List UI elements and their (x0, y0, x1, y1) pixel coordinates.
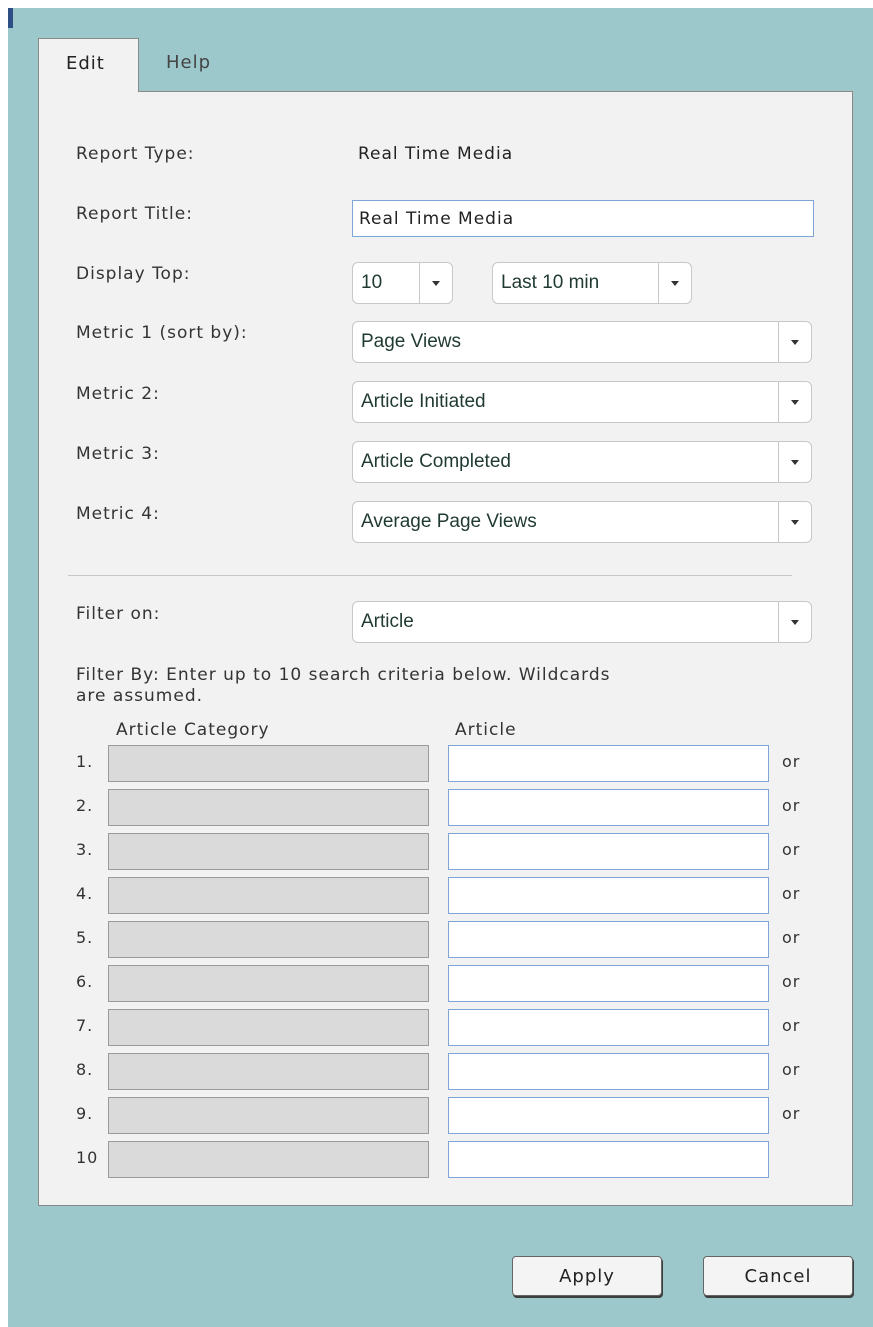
article-category-input[interactable] (108, 1097, 429, 1134)
article-input[interactable] (448, 833, 769, 870)
chevron-down-icon[interactable] (658, 263, 691, 303)
chevron-down-icon[interactable] (778, 322, 811, 362)
cancel-button[interactable]: Cancel (703, 1256, 853, 1296)
metric-3-label: Metric 3: (76, 444, 160, 464)
metric-1-select[interactable]: Page Views (352, 321, 812, 363)
metric-1-label: Metric 1 (sort by): (76, 323, 248, 343)
or-label: or (782, 840, 801, 859)
row-number: 5. (76, 928, 94, 947)
or-label: or (782, 752, 801, 771)
or-label: or (782, 1060, 801, 1079)
chevron-down-icon[interactable] (778, 382, 811, 422)
or-label: or (782, 1016, 801, 1035)
metric-2-label: Metric 2: (76, 384, 160, 404)
tab-edit-label: Edit (66, 53, 105, 74)
row-number: 1. (76, 752, 94, 771)
article-category-input[interactable] (108, 877, 429, 914)
metric-4-select[interactable]: Average Page Views (352, 501, 812, 543)
row-number: 10 (76, 1148, 99, 1167)
article-input[interactable] (448, 877, 769, 914)
article-category-input[interactable] (108, 833, 429, 870)
metric-3-select[interactable]: Article Completed (352, 441, 812, 483)
metric-4-label: Metric 4: (76, 504, 160, 524)
article-input[interactable] (448, 745, 769, 782)
row-number: 6. (76, 972, 94, 991)
row-number: 3. (76, 840, 94, 859)
report-title-input[interactable] (352, 200, 814, 237)
chevron-down-icon[interactable] (778, 602, 811, 642)
filter-on-label: Filter on: (76, 604, 161, 624)
column-header-article-category: Article Category (116, 720, 270, 740)
metric-1-value: Page Views (361, 331, 461, 352)
chevron-down-icon[interactable] (419, 263, 452, 303)
article-category-input[interactable] (108, 1009, 429, 1046)
or-label: or (782, 884, 801, 903)
filter-instructions-line-1: Filter By: Enter up to 10 search criteri… (76, 665, 611, 685)
tab-help[interactable]: Help (140, 38, 240, 92)
article-input[interactable] (448, 1141, 769, 1178)
or-label: or (782, 1104, 801, 1123)
corner-accent (8, 8, 13, 28)
filter-on-select[interactable]: Article (352, 601, 812, 643)
article-input[interactable] (448, 965, 769, 1002)
article-category-input[interactable] (108, 745, 429, 782)
article-input[interactable] (448, 1053, 769, 1090)
metric-2-select[interactable]: Article Initiated (352, 381, 812, 423)
column-header-article: Article (455, 720, 517, 740)
or-label: or (782, 972, 801, 991)
section-divider (68, 575, 792, 576)
or-label: or (782, 796, 801, 815)
or-label: or (782, 928, 801, 947)
display-top-count-value: 10 (361, 272, 383, 293)
filter-on-value: Article (361, 611, 414, 632)
display-top-period-select[interactable]: Last 10 min (492, 262, 692, 304)
article-category-input[interactable] (108, 789, 429, 826)
row-number: 9. (76, 1104, 94, 1123)
apply-button[interactable]: Apply (512, 1256, 662, 1296)
article-input[interactable] (448, 789, 769, 826)
article-category-input[interactable] (108, 965, 429, 1002)
display-top-count-select[interactable]: 10 (352, 262, 453, 304)
row-number: 8. (76, 1060, 94, 1079)
row-number: 7. (76, 1016, 94, 1035)
display-top-label: Display Top: (76, 264, 191, 284)
article-input[interactable] (448, 1097, 769, 1134)
article-input[interactable] (448, 921, 769, 958)
tab-help-label: Help (166, 52, 212, 73)
metric-3-value: Article Completed (361, 451, 511, 472)
display-top-period-value: Last 10 min (501, 272, 600, 293)
report-title-label: Report Title: (76, 204, 193, 224)
metric-4-value: Average Page Views (361, 511, 537, 532)
metric-2-value: Article Initiated (361, 391, 486, 412)
tab-edit[interactable]: Edit (38, 38, 139, 92)
row-number: 4. (76, 884, 94, 903)
article-category-input[interactable] (108, 1141, 429, 1178)
chevron-down-icon[interactable] (778, 442, 811, 482)
article-input[interactable] (448, 1009, 769, 1046)
report-type-value: Real Time Media (358, 144, 514, 164)
row-number: 2. (76, 796, 94, 815)
article-category-input[interactable] (108, 1053, 429, 1090)
filter-instructions-line-2: are assumed. (76, 686, 204, 706)
chevron-down-icon[interactable] (778, 502, 811, 542)
report-type-label: Report Type: (76, 144, 195, 164)
article-category-input[interactable] (108, 921, 429, 958)
